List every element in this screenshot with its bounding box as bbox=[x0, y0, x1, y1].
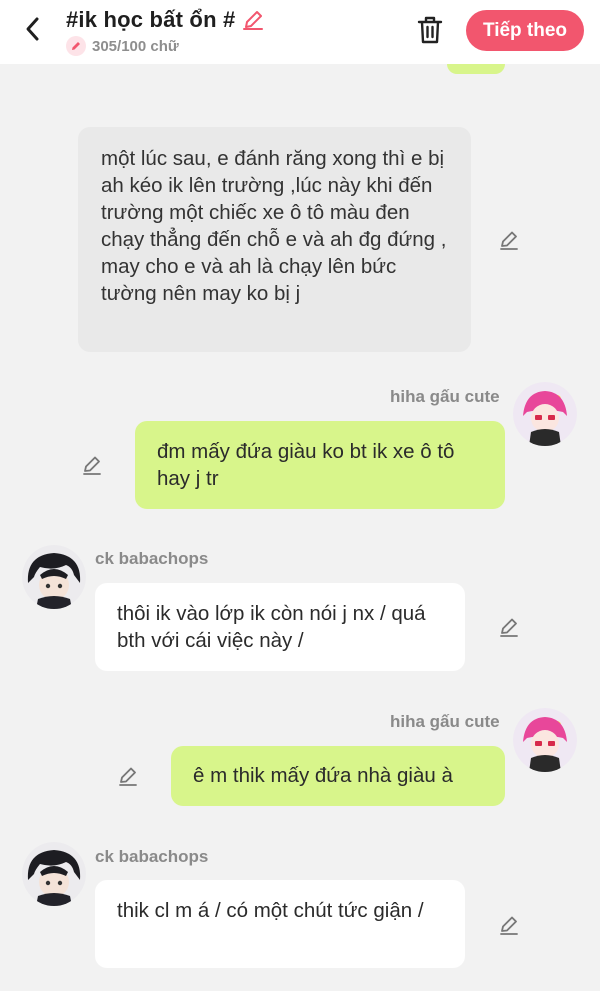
message-text: thôi ik vào lớp ik còn nói j nx / quá bt… bbox=[117, 602, 426, 652]
message-text: đm mấy đứa giàu ko bt ik xe ô tô hay j t… bbox=[157, 440, 455, 490]
word-count-row: 305/100 chữ bbox=[66, 36, 179, 56]
previous-message-bubble bbox=[447, 64, 505, 74]
message-text: thik cl m á / có một chút tức giận / bbox=[117, 899, 424, 922]
trash-icon bbox=[417, 16, 443, 44]
edit-icon[interactable] bbox=[497, 913, 521, 937]
story-title-row: #ik học bất ổn # bbox=[66, 6, 265, 34]
narration-bubble[interactable]: một lúc sau, e đánh răng xong thì e bị a… bbox=[78, 127, 471, 352]
story-title: #ik học bất ổn # bbox=[66, 7, 236, 32]
sender-name: ck babachops bbox=[95, 549, 209, 568]
message-text: một lúc sau, e đánh răng xong thì e bị a… bbox=[101, 147, 447, 305]
next-button[interactable]: Tiếp theo bbox=[466, 10, 584, 51]
edit-icon[interactable] bbox=[497, 615, 521, 639]
sender-name: hiha gấu cute bbox=[390, 712, 500, 731]
user-message-bubble[interactable]: ê m thik mấy đứa nhà giàu à bbox=[171, 746, 505, 806]
avatar-babachops[interactable] bbox=[22, 545, 86, 609]
sender-name: ck babachops bbox=[95, 847, 209, 866]
avatar-hiha[interactable] bbox=[513, 708, 577, 772]
back-button[interactable] bbox=[18, 14, 48, 44]
edit-icon[interactable] bbox=[116, 764, 140, 788]
edit-title-icon[interactable] bbox=[241, 8, 265, 32]
character-message-bubble[interactable]: thik cl m á / có một chút tức giận / bbox=[95, 880, 465, 968]
character-message-bubble[interactable]: thôi ik vào lớp ik còn nói j nx / quá bt… bbox=[95, 583, 465, 671]
user-message-bubble[interactable]: đm mấy đứa giàu ko bt ik xe ô tô hay j t… bbox=[135, 421, 505, 509]
top-bar: #ik học bất ổn # 305/100 chữ Tiếp theo bbox=[0, 0, 600, 64]
word-count: 305/100 chữ bbox=[92, 37, 179, 55]
edit-icon[interactable] bbox=[80, 453, 104, 477]
sender-name: hiha gấu cute bbox=[390, 387, 500, 406]
avatar-hiha[interactable] bbox=[513, 382, 577, 446]
delete-button[interactable] bbox=[414, 14, 446, 46]
avatar-babachops[interactable] bbox=[22, 842, 86, 906]
pencil-icon bbox=[66, 36, 86, 56]
edit-icon[interactable] bbox=[497, 228, 521, 252]
chat-area[interactable]: một lúc sau, e đánh răng xong thì e bị a… bbox=[0, 64, 600, 991]
message-text: ê m thik mấy đứa nhà giàu à bbox=[193, 764, 453, 787]
chevron-left-icon bbox=[26, 17, 39, 41]
